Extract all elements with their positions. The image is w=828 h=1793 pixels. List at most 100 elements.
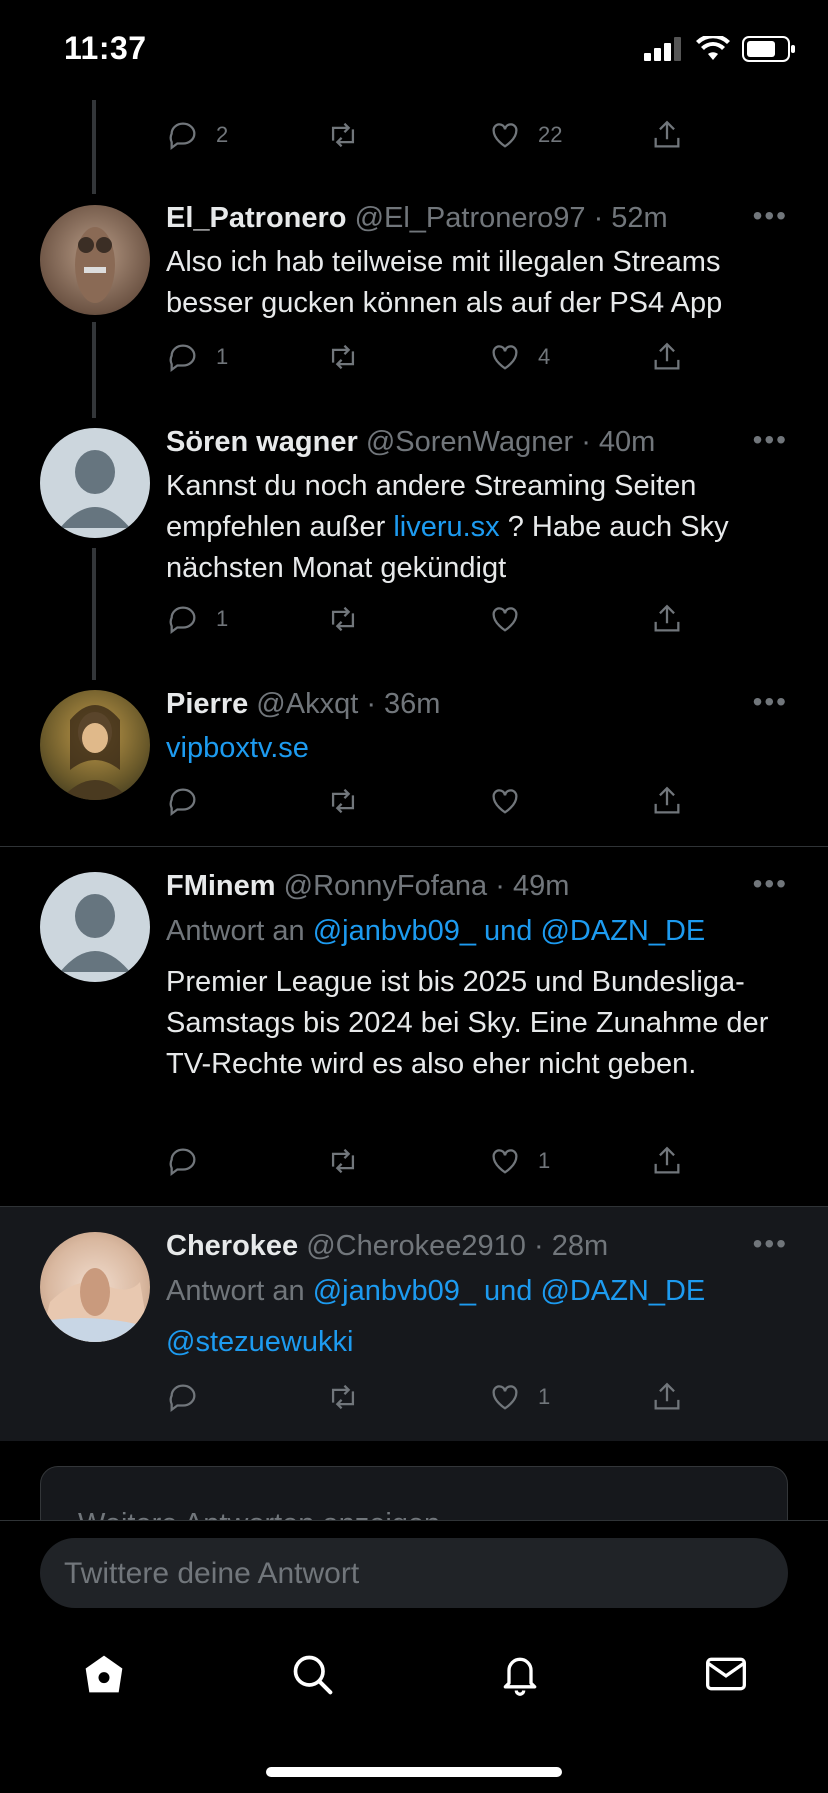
tweet-actions: 2 22 — [166, 118, 686, 158]
tweet-actions: 1 — [166, 1380, 686, 1420]
avatar[interactable] — [40, 690, 150, 800]
like-button[interactable]: 1 — [488, 1380, 550, 1414]
more-options-button[interactable]: ••• — [753, 686, 788, 718]
tweet-meta: Pierre @Akxqt · 36m — [166, 684, 792, 724]
share-icon — [654, 120, 680, 148]
tweet-meta: Sören wagner @SorenWagner · 40m — [166, 422, 792, 462]
display-name[interactable]: FMinem — [166, 870, 276, 902]
tweet-content: Cherokee @Cherokee2910 · 28m Antwort an … — [166, 1226, 792, 1363]
handle-time[interactable]: @El_Patronero97 · 52m — [355, 202, 668, 234]
retweet-icon — [331, 1384, 355, 1410]
avatar-default[interactable] — [40, 428, 150, 538]
divider — [0, 846, 828, 847]
more-options-button[interactable]: ••• — [753, 200, 788, 232]
thread-line — [92, 98, 96, 194]
reply-count: 1 — [216, 344, 229, 369]
heart-icon — [492, 789, 518, 814]
reply-icon — [169, 122, 196, 151]
retweet-button[interactable] — [326, 118, 360, 152]
share-button[interactable] — [650, 1144, 684, 1178]
retweet-button[interactable] — [326, 602, 360, 636]
share-icon — [654, 786, 680, 814]
reply-button[interactable]: 1 — [166, 602, 228, 636]
avatar-image — [60, 705, 130, 800]
reply-count: 1 — [216, 606, 229, 631]
avatar-default[interactable] — [40, 872, 150, 982]
handle-time[interactable]: @SorenWagner · 40m — [366, 426, 655, 458]
status-time: 11:37 — [64, 30, 147, 66]
bell-icon[interactable] — [498, 1652, 542, 1696]
default-avatar-icon — [60, 450, 130, 528]
thread-line — [92, 322, 96, 418]
like-count: 4 — [538, 344, 551, 369]
wifi-icon — [696, 36, 730, 60]
reply-icon — [169, 606, 196, 635]
more-options-button[interactable]: ••• — [753, 1228, 788, 1260]
retweet-icon — [331, 788, 355, 814]
default-avatar-icon — [60, 894, 130, 972]
retweet-button[interactable] — [326, 1144, 360, 1178]
display-name[interactable]: Sören wagner — [166, 426, 358, 458]
heart-icon — [492, 123, 518, 148]
reply-icon — [169, 1148, 196, 1177]
display-name[interactable]: El_Patronero — [166, 202, 347, 234]
avatar[interactable] — [40, 205, 150, 315]
reply-to-line: Antwort an @janbvb09_ und @DAZN_DE — [166, 1271, 792, 1312]
reply-button[interactable] — [166, 1380, 200, 1414]
retweet-icon — [331, 606, 355, 632]
like-count: 22 — [538, 122, 563, 147]
reply-to-line: Antwort an @janbvb09_ und @DAZN_DE — [166, 911, 792, 952]
tweet-actions — [166, 784, 686, 824]
tweet-meta: FMinem @RonnyFofana · 49m — [166, 866, 792, 906]
handle-time[interactable]: @RonnyFofana · 49m — [284, 870, 570, 902]
status-icons — [644, 36, 796, 62]
handle-time[interactable]: @Akxqt · 36m — [256, 688, 440, 720]
like-button[interactable]: 22 — [488, 118, 562, 152]
like-count: 1 — [538, 1384, 551, 1409]
reply-button[interactable]: 1 — [166, 340, 228, 374]
avatar[interactable] — [40, 1232, 150, 1342]
share-button[interactable] — [650, 118, 684, 152]
more-options-button[interactable]: ••• — [753, 424, 788, 456]
avatar-image — [40, 1268, 150, 1342]
reply-targets-link[interactable]: @janbvb09_ und @DAZN_DE — [313, 915, 706, 947]
tweet-meta: El_Patronero @El_Patronero97 · 52m — [166, 198, 792, 238]
tweet-content: El_Patronero @El_Patronero97 · 52m Also … — [166, 198, 792, 324]
more-options-button[interactable]: ••• — [753, 868, 788, 900]
mail-icon[interactable] — [704, 1652, 748, 1696]
display-name[interactable]: Pierre — [166, 688, 248, 720]
heart-icon — [492, 1385, 518, 1410]
share-icon — [654, 604, 680, 632]
reply-button[interactable] — [166, 1144, 200, 1178]
like-button[interactable] — [488, 784, 522, 818]
reply-button[interactable] — [166, 784, 200, 818]
display-name[interactable]: Cherokee — [166, 1230, 298, 1262]
tweet-content: Pierre @Akxqt · 36m vipboxtv.se — [166, 684, 792, 769]
like-count: 1 — [538, 1148, 551, 1173]
mention-link[interactable]: @stezuewukki — [166, 1322, 792, 1363]
handle-time[interactable]: @Cherokee2910 · 28m — [306, 1230, 608, 1262]
share-button[interactable] — [650, 1380, 684, 1414]
like-button[interactable] — [488, 602, 522, 636]
tweet-link[interactable]: vipboxtv.se — [166, 728, 792, 769]
share-button[interactable] — [650, 340, 684, 374]
heart-icon — [492, 345, 518, 370]
share-button[interactable] — [650, 602, 684, 636]
reply-targets-link[interactable]: @janbvb09_ und @DAZN_DE — [313, 1275, 706, 1307]
home-icon[interactable] — [82, 1652, 126, 1696]
tweet-link[interactable]: liveru.sx — [393, 511, 499, 543]
reply-prefix: Antwort an — [166, 1275, 313, 1307]
reply-button[interactable]: 2 — [166, 118, 228, 152]
tweet-text: Kannst du noch andere Streaming Seiten e… — [166, 466, 792, 589]
search-icon[interactable] — [290, 1652, 334, 1696]
retweet-icon — [331, 122, 355, 148]
retweet-button[interactable] — [326, 784, 360, 818]
reply-prefix: Antwort an — [166, 915, 313, 947]
home-indicator — [266, 1767, 562, 1777]
like-button[interactable]: 4 — [488, 340, 550, 374]
retweet-button[interactable] — [326, 1380, 360, 1414]
retweet-button[interactable] — [326, 340, 360, 374]
share-button[interactable] — [650, 784, 684, 818]
like-button[interactable]: 1 — [488, 1144, 550, 1178]
tweet-content: FMinem @RonnyFofana · 49m Antwort an @ja… — [166, 866, 792, 1085]
